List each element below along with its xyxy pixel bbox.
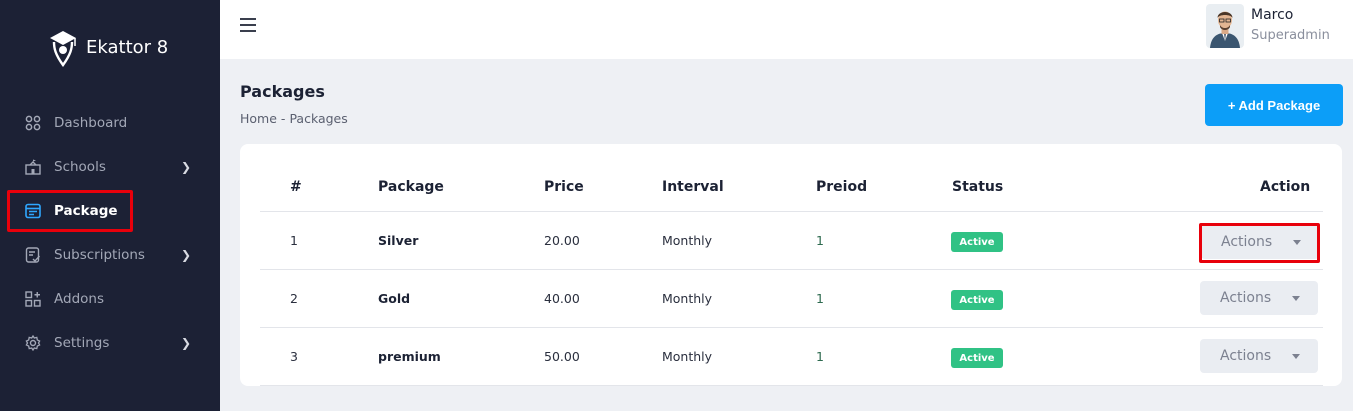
brand-name: Ekattor 8 [86,36,169,58]
breadcrumb-current: Packages [289,111,348,126]
sidebar: Ekattor 8 Dashboard Schools ❯ Package Su… [0,0,220,411]
status-badge: Active [951,348,1003,368]
package-name: Gold [378,291,411,306]
sidebar-item-schools[interactable]: Schools ❯ [0,149,220,185]
row-divider [260,385,1323,386]
actions-label: Actions [1220,348,1272,364]
chevron-right-icon: ❯ [181,248,192,262]
page-title: Packages [240,82,325,101]
package-interval: Monthly [662,291,713,306]
package-interval: Monthly [662,233,713,248]
row-divider [260,269,1323,270]
topbar: Marco Superadmin [220,0,1353,59]
package-period: 1 [816,233,824,248]
row-divider [260,211,1323,212]
package-period: 1 [816,349,824,364]
sidebar-item-dashboard[interactable]: Dashboard [0,105,220,141]
grid-icon [24,114,42,132]
row-divider [260,327,1323,328]
user-name[interactable]: Marco [1251,7,1293,23]
caret-down-icon [1292,354,1300,359]
sidebar-item-subscriptions[interactable]: Subscriptions ❯ [0,237,220,273]
row-number: 2 [290,291,298,306]
actions-dropdown[interactable]: Actions [1200,339,1318,373]
column-header-price: Price [544,179,584,195]
breadcrumb: Home - Packages [240,111,348,126]
status-badge: Active [951,290,1003,310]
package-price: 40.00 [544,291,580,306]
addons-icon [24,290,42,308]
package-period: 1 [816,291,824,306]
breadcrumb-home[interactable]: Home [240,111,277,126]
sidebar-item-label: Schools [54,159,106,175]
sidebar-item-addons[interactable]: Addons [0,281,220,317]
menu-icon[interactable] [240,18,256,32]
sidebar-item-label: Subscriptions [54,247,145,263]
highlight-box [1199,223,1320,263]
package-name: Silver [378,233,419,248]
add-package-button[interactable]: + Add Package [1205,84,1343,126]
breadcrumb-separator: - [280,111,286,126]
actions-dropdown[interactable]: Actions [1200,281,1318,315]
user-role: Superadmin [1251,28,1330,43]
sidebar-item-label: Addons [54,291,104,307]
caret-down-icon [1292,296,1300,301]
avatar[interactable] [1206,4,1244,48]
column-header-number: # [290,179,302,195]
sidebar-item-settings[interactable]: Settings ❯ [0,325,220,361]
package-price: 50.00 [544,349,580,364]
column-header-status: Status [952,179,1004,195]
logo-icon [50,31,76,68]
highlight-box [7,190,133,232]
column-header-period: Preiod [816,179,868,195]
school-icon [24,158,42,176]
row-number: 3 [290,349,298,364]
chevron-right-icon: ❯ [181,336,192,350]
column-header-package: Package [378,179,444,195]
subscription-icon [24,246,42,264]
column-header-action: Action [1260,179,1311,195]
chevron-right-icon: ❯ [181,160,192,174]
column-header-interval: Interval [662,179,724,195]
sidebar-item-label: Dashboard [54,115,128,131]
package-interval: Monthly [662,349,713,364]
gear-icon [24,334,42,352]
actions-label: Actions [1220,290,1272,306]
status-badge: Active [951,232,1003,252]
package-price: 20.00 [544,233,580,248]
package-name: premium [378,349,441,364]
brand[interactable]: Ekattor 8 [44,26,168,68]
row-number: 1 [290,233,298,248]
packages-table: # Package Price Interval Preiod Status A… [240,144,1342,386]
sidebar-item-label: Settings [54,335,110,351]
